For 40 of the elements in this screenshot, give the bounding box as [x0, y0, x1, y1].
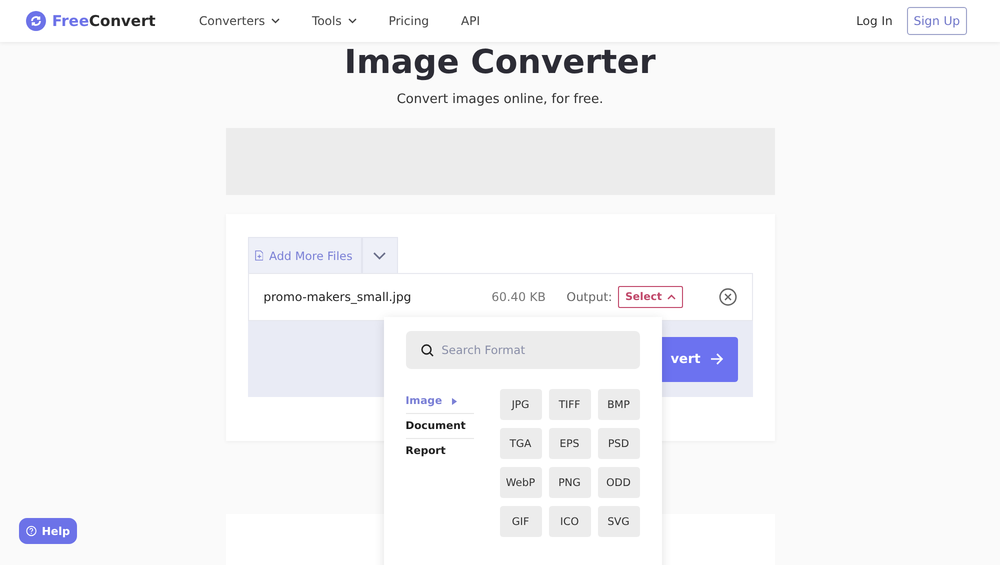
- file-name: promo-makers_small.jpg: [264, 290, 412, 304]
- nav-link[interactable]: Converters: [199, 14, 280, 28]
- nav-link[interactable]: Pricing: [388, 14, 430, 28]
- format-option[interactable]: ICO: [548, 506, 590, 537]
- arrow-icon: [710, 353, 724, 365]
- format-option[interactable]: PSD: [598, 428, 640, 459]
- nav-link[interactable]: API: [461, 14, 480, 28]
- format-option[interactable]: SVG: [598, 506, 640, 537]
- chevron-icon: [373, 252, 386, 260]
- file-size: 60.40 KB: [492, 290, 547, 304]
- format-option[interactable]: BMP: [598, 389, 640, 420]
- output-label: Output:: [566, 290, 612, 304]
- page-title: Image Converter: [343, 42, 657, 82]
- question-icon: [26, 525, 37, 537]
- format-option[interactable]: ODD: [598, 467, 640, 498]
- signup-button[interactable]: Sign Up: [906, 7, 967, 35]
- format-option[interactable]: GIF: [500, 506, 542, 537]
- logo-icon: [26, 11, 46, 31]
- logo-text[interactable]: FreeConvert: [52, 12, 156, 30]
- format-option[interactable]: PNG: [548, 467, 590, 498]
- page-subtitle: Convert images online, for free.: [396, 92, 604, 107]
- triangle-icon: [452, 398, 458, 404]
- caret-icon: [271, 18, 280, 24]
- nav-link[interactable]: Tools: [312, 14, 357, 28]
- search-field[interactable]: Search Format: [406, 331, 640, 369]
- caret-icon: [348, 18, 357, 24]
- format-option[interactable]: WebP: [500, 467, 542, 498]
- category-item[interactable]: Image: [406, 389, 474, 414]
- caret-icon: [666, 294, 676, 300]
- format-option[interactable]: EPS: [548, 428, 590, 459]
- close-icon[interactable]: [718, 288, 736, 306]
- login-link[interactable]: Log In: [856, 14, 893, 28]
- format-option[interactable]: TIFF: [548, 389, 590, 420]
- category-item[interactable]: Report: [406, 439, 474, 463]
- format-option[interactable]: JPG: [500, 389, 542, 420]
- help-button[interactable]: Help: [19, 518, 77, 544]
- category-item[interactable]: Document: [406, 414, 474, 439]
- format-select[interactable]: Select: [618, 286, 683, 308]
- format-option[interactable]: TGA: [500, 428, 542, 459]
- dropdown-toggle[interactable]: [362, 237, 398, 273]
